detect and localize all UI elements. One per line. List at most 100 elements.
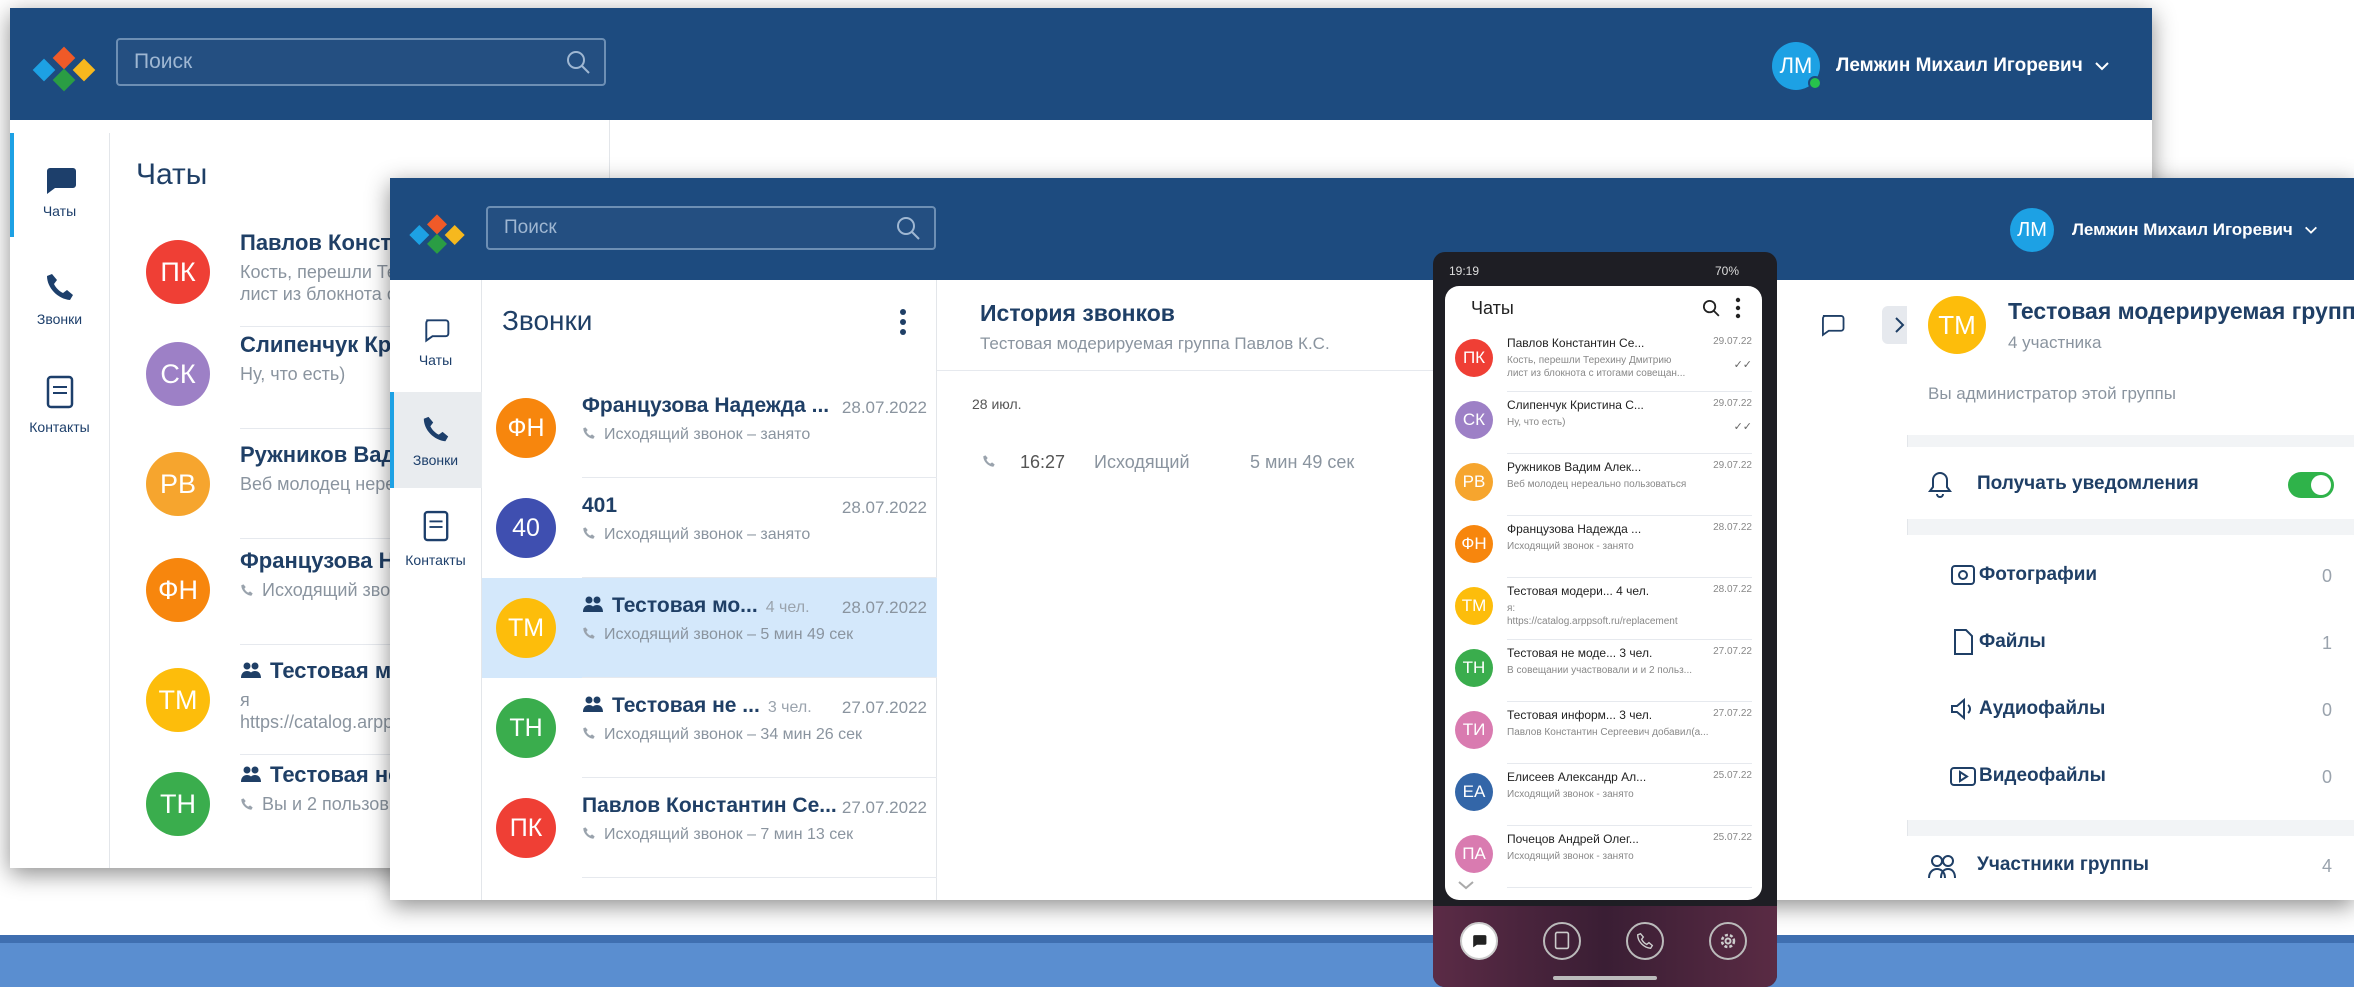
avatar: 40 [496, 498, 556, 558]
back-user-menu[interactable]: ЛМ Лемжин Михаил Игоревич [1772, 42, 2111, 90]
group-avatar: ТМ [1928, 296, 1986, 354]
more-vert-icon[interactable] [1735, 297, 1741, 319]
phone-nav-settings[interactable] [1709, 922, 1747, 960]
divider [1507, 887, 1752, 888]
phone-chat-item[interactable]: ТН Тестовая не моде... 3 чел. 27.07.22 В со… [1445, 640, 1762, 702]
nav-item-calls[interactable]: Звонки [390, 414, 481, 468]
chat-preview: Исходящий звонок - занято [1507, 541, 1634, 552]
chat-preview: Кость, перешли Терехину Дмитрию лист из б… [1507, 355, 1686, 379]
media-section-row[interactable]: Фотографии 0 [1907, 558, 2354, 598]
avatar: ЛМ [1772, 42, 1822, 90]
media-section-row[interactable]: Аудиофайлы 0 [1907, 692, 2354, 732]
nav-label: Звонки [412, 452, 459, 468]
phone-chat-item[interactable]: ТМ Тестовая модери... 4 чел. 28.07.22 я: htt… [1445, 578, 1762, 640]
contacts-book-icon [46, 375, 73, 409]
phone-status-battery: 70% [1715, 264, 1740, 278]
phone-nav-calls[interactable] [1626, 922, 1664, 960]
call-list-item[interactable]: ТН Тестовая не ... 3 чел. 27.07.2022 Исходящ… [482, 678, 937, 778]
phone-nav-contacts[interactable] [1543, 922, 1581, 960]
call-date: 28.07.2022 [841, 398, 927, 417]
media-section-row[interactable]: Видеофайлы 0 [1907, 759, 2354, 799]
group-members: 4 участника [2008, 333, 2102, 352]
back-search-input[interactable]: Поиск [116, 38, 606, 86]
call-date: 28.07.2022 [841, 498, 927, 517]
chat-preview: Павлов Константин Сергеевич добавил(а... [1507, 727, 1709, 738]
avatar: ТН [1455, 649, 1493, 687]
divider [582, 877, 937, 878]
participants-label: Участники группы [1977, 854, 2149, 875]
phone-chat-item[interactable]: ЕА Елисеев Александр Ал... 25.07.22 Исходящ… [1445, 764, 1762, 826]
nav-label: Контакты [405, 552, 466, 568]
phone-chat-item[interactable]: РВ Ружников Вадим Алек... 29.07.22 Веб моло… [1445, 454, 1762, 516]
phone-nav-chats[interactable] [1460, 922, 1498, 960]
call-list-item[interactable]: ТМ Тестовая мо... 4 чел. 28.07.2022 Исходящи… [482, 578, 937, 678]
chat-icon[interactable] [1818, 312, 1846, 338]
nav-item-calls[interactable]: Звонки [10, 271, 109, 327]
chat-name: Павлов Константин Се... [1507, 336, 1645, 350]
search-icon[interactable] [1701, 298, 1721, 318]
more-vert-icon[interactable] [898, 308, 908, 336]
chevron-down-icon [2304, 226, 2317, 234]
call-detail: Исходящий звонок – занято [582, 526, 922, 544]
call-date: 27.07.2022 [841, 698, 927, 717]
phone-chat-item[interactable]: ПА Почецов Андрей Олег... 25.07.22 Исходящи… [1445, 826, 1762, 888]
call-date: 27.07.2022 [841, 798, 927, 817]
section-count: 0 [2321, 566, 2332, 586]
phone-device: 19:19 70% Чаты ПК Павлов Константин Се...… [1433, 252, 1777, 987]
search-icon[interactable] [894, 214, 922, 242]
nav-item-contacts[interactable]: Контакты [390, 510, 481, 568]
avatar: ТИ [1455, 711, 1493, 749]
chat-name: Французова Надежда ... [1507, 522, 1642, 536]
front-user-menu[interactable]: ЛМ Лемжин Михаил Игоревич [2010, 208, 2319, 252]
call-name: 401 [582, 494, 618, 517]
phone-home-indicator [1553, 976, 1657, 980]
section-count: 0 [2321, 767, 2332, 787]
phone-screen: Чаты ПК Павлов Константин Се... 29.07.22 Ко… [1445, 286, 1762, 900]
avatar: СК [1455, 401, 1493, 439]
chat-name: Елисеев Александр Ал... [1507, 770, 1647, 784]
front-search-input[interactable]: Поиск [486, 206, 936, 250]
chat-date: 28.07.22 [1713, 522, 1752, 533]
member-count: 4 чел. [765, 599, 810, 616]
phone-chat-list: ПК Павлов Константин Се... 29.07.22 Кость, … [1445, 330, 1762, 890]
contacts-book-icon [423, 510, 448, 542]
member-count: 3 чел. [767, 699, 812, 716]
media-section-row[interactable]: Файлы 1 [1907, 625, 2354, 665]
call-name: Тестовая мо... 4 чел. [582, 594, 842, 618]
notifications-toggle[interactable] [2288, 472, 2334, 498]
phone-icon [983, 455, 995, 467]
search-icon[interactable] [564, 48, 592, 76]
chat-preview: Веб молодец нереально пользоваться [1507, 479, 1687, 490]
phone-chat-item[interactable]: ТИ Тестовая информ... 3 чел. 27.07.22 Павло… [1445, 702, 1762, 764]
admin-note: Вы администратор этой группы [1928, 384, 2176, 403]
phone-chat-item[interactable]: ФН Французова Надежда ... 28.07.22 Исходящи… [1445, 516, 1762, 578]
section-label: Файлы [1979, 631, 2046, 652]
app-logo-icon [32, 46, 96, 92]
bell-icon [1928, 471, 1952, 498]
double-check-icon: ✓✓ [1733, 421, 1752, 433]
avatar: ПК [496, 798, 556, 858]
section-count: 1 [2321, 633, 2332, 653]
avatar: ФН [1455, 525, 1493, 563]
call-date: 28.07.2022 [841, 598, 927, 617]
bottom-band-line [0, 935, 2354, 943]
call-list-item[interactable]: ПК Павлов Константин Се... 27.07.2022 Исход… [482, 778, 937, 878]
nav-item-contacts[interactable]: Контакты [10, 375, 109, 435]
nav-item-chats[interactable]: Чаты [390, 316, 481, 368]
avatar: ТМ [1455, 587, 1493, 625]
avatar: ПА [1455, 835, 1493, 873]
call-list-item[interactable]: 40 401 28.07.2022 Исходящий звонок – занято [482, 478, 937, 578]
chevron-down-icon[interactable] [1457, 880, 1475, 892]
phone-chat-item[interactable]: СК Слипенчук Кристина С... 29.07.22 Ну, что… [1445, 392, 1762, 454]
user-name: Лемжин Михаил Игоревич [1836, 55, 2083, 76]
avatar: ТМ [496, 598, 556, 658]
toggle-knob [2311, 475, 2331, 495]
nav-item-chats[interactable]: Чаты [10, 165, 109, 219]
chat-date: 29.07.22 [1713, 336, 1752, 347]
call-list-item[interactable]: ФН Французова Надежда ... 28.07.2022 Исходя… [482, 378, 937, 478]
group-users-icon [1928, 855, 1956, 879]
avatar: РВ [1455, 463, 1493, 501]
phone-chat-item[interactable]: ПК Павлов Константин Се... 29.07.22 Кость, … [1445, 330, 1762, 392]
user-name: Лемжин Михаил Игоревич [2072, 220, 2293, 239]
history-duration: 5 мин 49 сек [1250, 452, 1355, 472]
